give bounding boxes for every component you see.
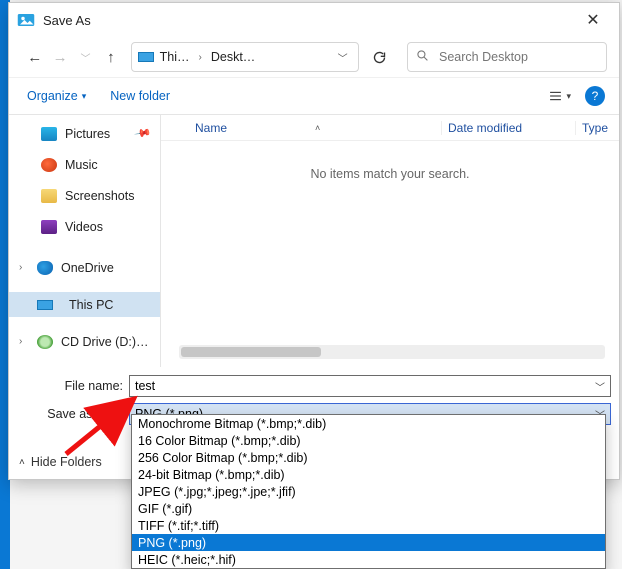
chevron-down-icon[interactable]: ﹀ xyxy=(328,50,358,65)
filetype-option[interactable]: 24-bit Bitmap (*.bmp;*.dib) xyxy=(132,466,605,483)
pc-icon xyxy=(138,52,154,62)
crumb-root: Thi… xyxy=(160,50,190,64)
column-name[interactable]: Name˄ xyxy=(161,121,441,135)
filetype-dropdown: Monochrome Bitmap (*.bmp;*.dib) 16 Color… xyxy=(131,414,606,569)
new-folder-button[interactable]: New folder xyxy=(110,89,170,103)
back-button[interactable]: ← xyxy=(25,44,44,70)
view-button[interactable]: ▾ xyxy=(548,90,571,102)
filetype-option[interactable]: TIFF (*.tif;*.tiff) xyxy=(132,517,605,534)
chevron-right-icon: › xyxy=(196,52,205,63)
cd-icon xyxy=(37,335,53,349)
filetype-option[interactable]: 16 Color Bitmap (*.bmp;*.dib) xyxy=(132,432,605,449)
filetype-option[interactable]: GIF (*.gif) xyxy=(132,500,605,517)
tree-item-videos[interactable]: Videos xyxy=(9,214,160,239)
filename-input[interactable]: test﹀ xyxy=(129,375,611,397)
file-list: Name˄ Date modified Type No items match … xyxy=(161,115,619,367)
organize-button[interactable]: Organize▾ xyxy=(27,89,86,103)
tree-item-thispc[interactable]: This PC xyxy=(9,292,160,317)
forward-button[interactable]: → xyxy=(50,44,69,70)
search-box[interactable] xyxy=(407,42,607,72)
app-icon xyxy=(17,11,35,29)
up-button[interactable]: ↑ xyxy=(101,44,120,70)
window-title: Save As xyxy=(43,13,573,28)
toolbar: Organize▾ New folder ▾ ? xyxy=(9,77,619,115)
scrollbar-thumb[interactable] xyxy=(181,347,321,357)
chevron-up-icon: ˄ xyxy=(19,457,25,468)
chevron-right-icon[interactable]: › xyxy=(19,336,22,347)
chevron-right-icon[interactable]: › xyxy=(19,262,22,273)
save-as-dialog: Save As ✕ ← → ﹀ ↑ Thi… › Deskt… ﹀ Organi… xyxy=(8,2,620,480)
recent-dropdown[interactable]: ﹀ xyxy=(76,44,95,70)
hide-folders-button[interactable]: ˄ Hide Folders xyxy=(19,455,102,469)
filetype-option[interactable]: 256 Color Bitmap (*.bmp;*.dib) xyxy=(132,449,605,466)
tree-item-onedrive[interactable]: ›OneDrive xyxy=(9,255,160,280)
chevron-down-icon[interactable]: ﹀ xyxy=(595,379,605,394)
refresh-button[interactable] xyxy=(369,42,391,72)
titlebar: Save As ✕ xyxy=(9,3,619,37)
column-date[interactable]: Date modified xyxy=(441,121,575,135)
filetype-option-selected[interactable]: PNG (*.png) xyxy=(132,534,605,551)
sort-indicator-icon: ˄ xyxy=(315,123,320,133)
nav-tree: Pictures📌 Music Screenshots Videos ›OneD… xyxy=(9,115,161,367)
music-icon xyxy=(41,158,57,172)
help-button[interactable]: ? xyxy=(585,86,605,106)
refresh-icon xyxy=(372,50,387,65)
folder-icon xyxy=(41,189,57,203)
nav-row: ← → ﹀ ↑ Thi… › Deskt… ﹀ xyxy=(9,37,619,77)
list-header: Name˄ Date modified Type xyxy=(161,115,619,141)
breadcrumb[interactable]: Thi… › Deskt… ﹀ xyxy=(131,42,359,72)
crumb-leaf: Deskt… xyxy=(211,50,255,64)
chevron-down-icon: ▾ xyxy=(82,91,87,102)
empty-message: No items match your search. xyxy=(161,141,619,181)
tree-item-screenshots[interactable]: Screenshots xyxy=(9,183,160,208)
pictures-icon xyxy=(41,127,57,141)
search-icon xyxy=(416,49,429,65)
pc-icon xyxy=(37,300,53,310)
pin-icon: 📌 xyxy=(134,124,153,143)
filetype-option[interactable]: Monochrome Bitmap (*.bmp;*.dib) xyxy=(132,415,605,432)
tree-item-pictures[interactable]: Pictures📌 xyxy=(9,121,160,146)
filename-label: File name: xyxy=(17,379,129,393)
tree-item-cddrive[interactable]: ›CD Drive (D:) CCOMA_X64FRE_EN-US_DV9 xyxy=(9,329,160,354)
column-type[interactable]: Type xyxy=(575,121,619,135)
list-icon xyxy=(548,90,563,102)
filetype-option[interactable]: HEIC (*.heic;*.hif) xyxy=(132,551,605,568)
filetype-option[interactable]: JPEG (*.jpg;*.jpeg;*.jpe;*.jfif) xyxy=(132,483,605,500)
videos-icon xyxy=(41,220,57,234)
tree-item-music[interactable]: Music xyxy=(9,152,160,177)
onedrive-icon xyxy=(37,261,53,275)
horizontal-scrollbar[interactable] xyxy=(179,345,605,359)
search-input[interactable] xyxy=(437,49,602,65)
saveastype-label: Save as type: xyxy=(17,407,129,421)
close-button[interactable]: ✕ xyxy=(573,6,613,34)
